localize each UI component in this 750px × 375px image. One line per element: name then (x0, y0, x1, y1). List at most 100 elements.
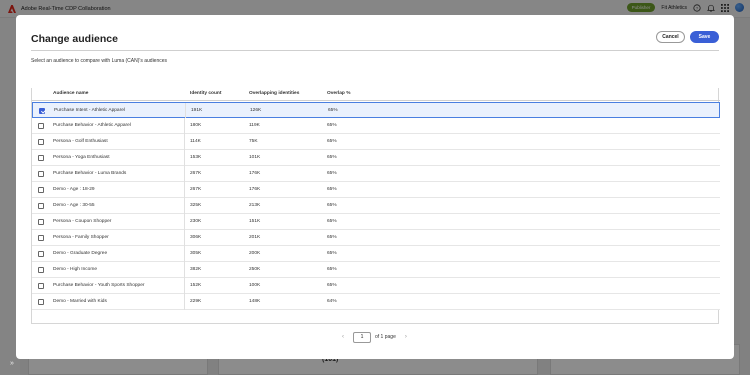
cell-identity-count: 325K (190, 203, 202, 208)
column-divider (184, 150, 185, 166)
save-button[interactable]: Save (690, 31, 719, 43)
cell-overlap-percent: 65% (327, 267, 337, 272)
row-checkbox[interactable] (38, 139, 44, 145)
cell-identity-count: 230K (190, 219, 202, 224)
table-row[interactable]: Demo - Age : 30-55 325K 213K 65% (32, 198, 720, 214)
row-checkbox[interactable] (38, 299, 44, 305)
column-header-identity-count[interactable]: Identity count (190, 91, 221, 96)
dialog-description: Select an audience to compare with Luma … (31, 58, 168, 64)
column-divider (184, 246, 185, 262)
cell-overlapping-identities: 250K (249, 267, 261, 272)
row-checkbox[interactable] (38, 267, 44, 273)
cell-overlapping-identities: 176K (249, 187, 261, 192)
row-checkbox[interactable] (38, 171, 44, 177)
cell-overlap-percent: 65% (327, 155, 337, 160)
row-checkbox[interactable] (38, 187, 44, 193)
cell-overlapping-identities: 201K (249, 235, 261, 240)
column-divider (184, 294, 185, 310)
cell-audience-name: Demo - Graduate Degree (53, 251, 108, 256)
column-divider (184, 198, 185, 214)
column-divider (184, 118, 185, 134)
table-header: Audience name Identity count Overlapping… (32, 88, 720, 101)
table-row[interactable]: Demo - High Income 382K 250K 65% (32, 262, 720, 278)
table-row[interactable]: Demo - Age : 18-29 267K 176K 65% (32, 182, 720, 198)
cell-overlapping-identities: 119K (249, 123, 260, 128)
cancel-button[interactable]: Cancel (656, 31, 685, 43)
cell-overlapping-identities: 176K (249, 171, 261, 176)
chevron-right-icon[interactable]: › (401, 334, 411, 340)
row-checkbox[interactable] (39, 108, 45, 114)
row-checkbox[interactable] (38, 283, 44, 289)
page-total: of 1 page (375, 334, 396, 340)
column-divider (184, 278, 185, 294)
cell-audience-name: Persona - Golf Enthusiast (53, 139, 108, 144)
table-row[interactable]: Purchase Behavior - Luma Brands 267K 176K 6… (32, 166, 720, 182)
cell-identity-count: 306K (190, 235, 202, 240)
table-row[interactable]: Persona - Family Shopper 306K 201K 65% (32, 230, 720, 246)
cell-overlap-percent: 65% (328, 108, 338, 113)
table-row[interactable]: Purchase Intent - Athletic Apparel 191K 12… (32, 102, 720, 119)
cell-overlapping-identities: 100K (249, 283, 261, 288)
cell-audience-name: Purchase Behavior - Luma Brands (53, 171, 127, 176)
table-row[interactable]: Demo - Graduate Degree 305K 200K 65% (32, 246, 720, 262)
column-divider (184, 262, 185, 278)
row-checkbox[interactable] (38, 235, 44, 241)
expand-rail-icon[interactable]: » (10, 360, 14, 367)
cell-audience-name: Demo - High Income (53, 267, 97, 272)
cell-overlapping-identities: 126K (250, 108, 262, 113)
cell-audience-name: Persona - Coupon Shopper (53, 219, 112, 224)
pagination: ‹ 1 of 1 page › (338, 331, 411, 343)
column-divider (184, 166, 185, 182)
column-divider (184, 182, 185, 198)
cell-identity-count: 152K (190, 283, 202, 288)
cell-overlap-percent: 65% (327, 251, 337, 256)
row-checkbox[interactable] (38, 123, 44, 129)
cell-identity-count: 267K (190, 187, 202, 192)
cell-audience-name: Persona - Yoga Enthusiast (53, 155, 110, 160)
row-checkbox[interactable] (38, 155, 44, 161)
row-checkbox[interactable] (38, 203, 44, 209)
cell-identity-count: 191K (191, 108, 203, 113)
row-checkbox[interactable] (38, 219, 44, 225)
cell-overlapping-identities: 213K (249, 203, 261, 208)
title-divider (31, 50, 719, 51)
table-row[interactable]: Persona - Coupon Shopper 230K 151K 65% (32, 214, 720, 230)
column-header-overlapping-identities[interactable]: Overlapping identities (249, 91, 299, 96)
cell-overlap-percent: 65% (327, 187, 337, 192)
cell-identity-count: 229K (190, 299, 202, 304)
cell-audience-name: Persona - Family Shopper (53, 235, 109, 240)
table-row[interactable]: Persona - Yoga Enthusiast 153K 101K 65% (32, 150, 720, 166)
cell-identity-count: 180K (190, 123, 202, 128)
audience-table: Audience name Identity count Overlapping… (31, 88, 720, 324)
cell-overlap-percent: 64% (327, 299, 337, 304)
cell-audience-name: Demo - Married with Kids (53, 299, 107, 304)
cell-audience-name: Purchase Behavior - Athletic Apparel (53, 123, 131, 128)
chevron-left-icon[interactable]: ‹ (338, 334, 348, 340)
dialog-title: Change audience (31, 33, 118, 45)
cell-overlap-percent: 65% (327, 123, 337, 128)
cell-identity-count: 382K (190, 267, 202, 272)
column-header-audience-name[interactable]: Audience name (53, 91, 88, 96)
cell-overlap-percent: 65% (327, 171, 337, 176)
cell-overlapping-identities: 151K (249, 219, 261, 224)
cell-audience-name: Purchase Intent - Athletic Apparel (54, 108, 125, 113)
row-checkbox[interactable] (38, 251, 44, 257)
table-row[interactable]: Purchase Behavior - Youth Sports Shopper… (32, 278, 720, 294)
cell-overlapping-identities: 200K (249, 251, 261, 256)
column-divider (184, 214, 185, 230)
page-input[interactable]: 1 (353, 331, 371, 343)
column-divider (185, 103, 186, 119)
cell-overlap-percent: 65% (327, 139, 337, 144)
cell-identity-count: 267K (190, 171, 202, 176)
cell-overlapping-identities: 75K (249, 139, 258, 144)
cell-overlap-percent: 65% (327, 283, 337, 288)
change-audience-dialog: Change audience Cancel Save Select an au… (16, 15, 734, 359)
table-row[interactable]: Demo - Married with Kids 229K 148K 64% (32, 294, 720, 310)
column-header-overlap-percent[interactable]: Overlap % (327, 91, 350, 96)
cell-overlapping-identities: 101K (249, 155, 261, 160)
table-row[interactable]: Persona - Golf Enthusiast 114K 75K 65% (32, 134, 720, 150)
cell-audience-name: Purchase Behavior - Youth Sports Shopper (53, 283, 145, 288)
table-row[interactable]: Purchase Behavior - Athletic Apparel 180K… (32, 118, 720, 134)
cell-overlap-percent: 65% (327, 235, 337, 240)
column-divider (184, 134, 185, 150)
